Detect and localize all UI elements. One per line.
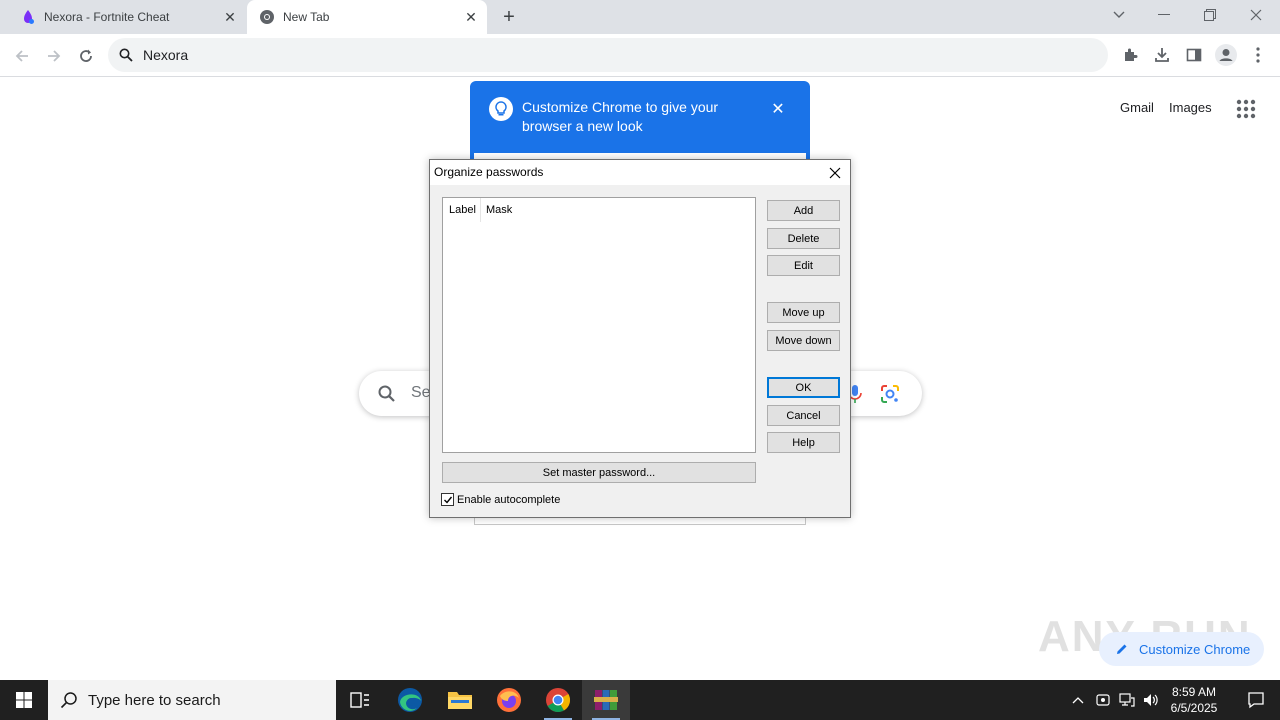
notification-center-icon[interactable] — [1232, 680, 1280, 720]
tab-title: Nexora - Fortnite Cheat — [44, 10, 170, 24]
tab-new-tab[interactable]: New Tab ✕ — [247, 0, 487, 34]
cancel-button[interactable]: Cancel — [767, 405, 840, 426]
tray-chevron-up-icon[interactable] — [1068, 680, 1088, 720]
column-header-mask[interactable]: Mask — [486, 204, 512, 216]
taskbar-search-box[interactable]: Type here to search — [48, 680, 336, 720]
omnibox-text: Nexora — [143, 47, 189, 63]
clock-date: 6/5/2025 — [1170, 701, 1218, 715]
lightbulb-icon — [489, 97, 513, 121]
images-link[interactable]: Images — [1169, 100, 1212, 115]
search-icon — [119, 48, 135, 62]
edit-button[interactable]: Edit — [767, 255, 840, 276]
dialog-titlebar[interactable]: Organize passwords — [430, 160, 850, 185]
column-header-label[interactable]: Label — [443, 198, 481, 222]
profile-avatar-icon[interactable] — [1214, 43, 1238, 67]
customize-chrome-label: Customize Chrome — [1139, 641, 1251, 657]
volume-icon[interactable] — [1140, 680, 1162, 720]
move-down-button[interactable]: Move down — [767, 330, 840, 351]
search-icon — [377, 384, 397, 404]
chrome-menu-icon[interactable] — [1246, 43, 1270, 67]
customize-chrome-promo: Customize Chrome to give your browser a … — [470, 81, 810, 161]
gmail-link[interactable]: Gmail — [1120, 100, 1154, 115]
tab-close-icon[interactable]: ✕ — [220, 7, 240, 27]
winrar-icon[interactable] — [582, 680, 630, 720]
edge-icon[interactable] — [386, 680, 434, 720]
help-button[interactable]: Help — [767, 432, 840, 453]
tab-search-chevron-icon[interactable] — [1096, 0, 1142, 30]
promo-message: Customize Chrome to give your browser a … — [522, 99, 719, 134]
browser-toolbar: Nexora — [0, 34, 1280, 77]
windows-start-icon[interactable] — [0, 680, 48, 720]
search-icon — [60, 691, 78, 709]
clock-time: 8:59 AM — [1171, 685, 1217, 699]
chrome-taskbar-icon[interactable] — [534, 680, 582, 720]
download-icon[interactable] — [1150, 43, 1174, 67]
tab-strip: Nexora - Fortnite Cheat ✕ New Tab ✕ + — [0, 0, 1280, 34]
new-tab-plus-icon[interactable]: + — [498, 6, 520, 28]
enable-autocomplete-label[interactable]: Enable autocomplete — [457, 494, 560, 506]
tab-title: New Tab — [283, 10, 330, 24]
back-arrow-icon[interactable] — [8, 42, 36, 70]
system-clock[interactable]: 8:59 AM 6/5/2025 — [1160, 684, 1228, 716]
restore-icon[interactable] — [1187, 0, 1233, 30]
google-apps-icon[interactable] — [1234, 97, 1258, 121]
chrome-favicon-icon — [259, 9, 275, 25]
omnibox[interactable]: Nexora — [108, 38, 1108, 72]
delete-button[interactable]: Delete — [767, 228, 840, 249]
customize-chrome-button[interactable]: Customize Chrome — [1099, 632, 1264, 666]
set-master-password-button[interactable]: Set master password... — [442, 462, 756, 483]
ok-button[interactable]: OK — [767, 377, 840, 398]
taskbar-search-placeholder: Type here to search — [88, 691, 221, 709]
google-lens-icon[interactable] — [879, 383, 901, 405]
firefox-icon[interactable] — [485, 680, 533, 720]
password-list[interactable]: Label Mask — [442, 197, 756, 453]
forward-arrow-icon[interactable] — [40, 42, 68, 70]
extensions-puzzle-icon[interactable] — [1118, 43, 1142, 67]
promo-close-icon[interactable]: ✕ — [768, 99, 788, 119]
nexora-favicon-icon — [20, 9, 36, 25]
pencil-icon — [1115, 642, 1129, 656]
reload-icon[interactable] — [72, 42, 100, 70]
list-header: Label Mask — [443, 198, 755, 222]
autocomplete-row: Enable autocomplete — [441, 493, 560, 506]
add-button[interactable]: Add — [767, 200, 840, 221]
close-window-icon[interactable] — [1233, 0, 1279, 30]
search-placeholder: Se — [411, 384, 431, 401]
tab-nexora[interactable]: Nexora - Fortnite Cheat ✕ — [8, 0, 246, 34]
enable-autocomplete-checkbox[interactable] — [441, 493, 454, 506]
organize-passwords-dialog: Organize passwords Label Mask Add Delete… — [429, 159, 851, 518]
file-explorer-icon[interactable] — [436, 680, 484, 720]
move-up-button[interactable]: Move up — [767, 302, 840, 323]
dialog-close-icon[interactable] — [824, 162, 846, 184]
minimize-icon[interactable] — [1141, 0, 1187, 30]
taskbar: Type here to search 8:59 AM 6/5/2025 — [0, 680, 1280, 720]
side-panel-icon[interactable] — [1182, 43, 1206, 67]
task-view-icon[interactable] — [336, 680, 384, 720]
tab-close-icon[interactable]: ✕ — [461, 7, 481, 27]
network-icon[interactable] — [1116, 680, 1138, 720]
meet-now-icon[interactable] — [1092, 680, 1114, 720]
dialog-title: Organize passwords — [434, 165, 544, 179]
